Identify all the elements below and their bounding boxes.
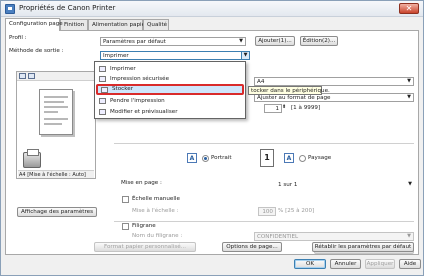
custom-paper-size-button[interactable]: Format papier personnalisé... (94, 242, 196, 252)
page-layout-value: 1 sur 1 (278, 182, 298, 188)
menu-item-label: Pendre l'impression (110, 98, 165, 104)
copies-range: [1 à 9999] (291, 105, 321, 111)
cancel-button[interactable]: Annuler (330, 259, 361, 269)
tooltip: tocker dans le périphérique. (248, 86, 330, 95)
output-method-label: Méthode de sortie : (9, 48, 64, 54)
watermark-name-select[interactable]: CONFIDENTIEL ▼ (254, 232, 414, 241)
profile-value: Paramètres par défaut (103, 39, 166, 45)
output-size-value: Ajuster au format de page (257, 95, 331, 101)
chevron-down-icon: ▼ (407, 78, 411, 84)
profile-label: Profil : (9, 35, 27, 41)
page-options-button[interactable]: Options de page... (222, 242, 282, 252)
copies-input[interactable]: 1 (264, 104, 282, 113)
close-button[interactable]: ✕ (399, 3, 419, 14)
menu-item-label: Impression sécurisée (110, 76, 170, 82)
window-title: Propriétés de Canon Printer (19, 4, 116, 12)
menu-item-print[interactable]: Imprimer (96, 64, 244, 74)
printer-app-icon (5, 4, 15, 14)
menu-item-label: Stocker (112, 86, 134, 92)
apply-button[interactable]: Appliquer (365, 259, 395, 269)
output-method-select[interactable]: Imprimer ▼ (100, 51, 250, 60)
page-layout-icon: 1 (260, 149, 274, 167)
text-line (44, 106, 68, 108)
page-layout-label: Mise en page : (121, 180, 162, 186)
printer-properties-window: Propriétés de Canon Printer ✕ Configurat… (0, 0, 424, 276)
tab-finition[interactable]: Finition (60, 19, 88, 30)
text-line (44, 111, 58, 113)
text-line (44, 96, 68, 98)
printer-view-icon[interactable] (28, 73, 35, 79)
scale-range: % [25 à 200] (278, 208, 315, 214)
printer-icon (23, 149, 41, 168)
print-icon (99, 66, 106, 72)
landscape-radio[interactable] (299, 155, 306, 162)
watermark-label: Filigrane (132, 223, 156, 229)
menu-item-label: Imprimer (110, 66, 136, 72)
show-settings-button[interactable]: Affichage des paramètres (17, 207, 97, 217)
chevron-down-icon: ▼ (407, 94, 411, 100)
watermark-checkbox[interactable] (122, 223, 129, 230)
chevron-down-icon: ▼ (407, 233, 411, 239)
output-method-value: Imprimer (103, 53, 129, 59)
page-size-value: A4 (257, 79, 265, 85)
text-line (44, 101, 64, 103)
watermark-name-label: Nom du filigrane : (132, 233, 183, 239)
chevron-down-icon: ▼ (239, 38, 243, 44)
profile-select[interactable]: Paramètres par défaut ▼ (100, 37, 246, 46)
scale-label: Mise à l'échelle : (132, 208, 179, 214)
divider (114, 143, 414, 144)
tab-configuration-page[interactable]: Configuration page (5, 18, 63, 31)
menu-item-store[interactable]: Stocker (96, 84, 244, 95)
menu-item-label: Modifier et prévisualiser (110, 109, 178, 115)
page-layout-select[interactable]: 1 sur 1 ▼ (276, 181, 414, 190)
store-icon (101, 87, 108, 93)
restore-defaults-button[interactable]: Rétablir les paramètres par défaut (312, 242, 414, 252)
tab-paper-source[interactable]: Alimentation papier (88, 19, 147, 30)
manual-scaling-checkbox[interactable] (122, 196, 129, 203)
menu-item-secure-print[interactable]: Impression sécurisée (96, 74, 244, 84)
lock-icon (99, 76, 106, 82)
copies-stepper-icon[interactable]: ⬍ (282, 104, 286, 110)
menu-item-edit-preview[interactable]: Modifier et prévisualiser (96, 107, 244, 117)
tab-quality[interactable]: Qualité (143, 19, 169, 30)
preview-caption: A4 [Mise à l'échelle : Auto] (18, 170, 94, 178)
edit-profile-button[interactable]: Édition(2)... (300, 36, 338, 46)
ok-button[interactable]: OK (294, 259, 326, 269)
chevron-down-icon: ▼ (241, 52, 249, 59)
edit-preview-icon (99, 109, 106, 115)
landscape-icon: A (284, 153, 294, 163)
scale-input[interactable]: 100 (258, 207, 276, 216)
page-size-select[interactable]: A4 ▼ (254, 77, 414, 86)
text-line (44, 118, 68, 120)
portrait-label: Portrait (211, 155, 232, 161)
watermark-name-value: CONFIDENTIEL (257, 234, 299, 240)
portrait-icon: A (187, 153, 197, 163)
preview-page (39, 89, 73, 135)
hold-icon (99, 98, 106, 104)
page-preview: A4 [Mise à l'échelle : Auto] (16, 71, 96, 179)
manual-scaling-label: Échelle manuelle (132, 196, 180, 202)
preview-toolbar (17, 72, 95, 81)
portrait-radio[interactable] (202, 155, 209, 162)
page-view-icon[interactable] (19, 73, 26, 79)
add-profile-button[interactable]: Ajouter(1)... (255, 36, 295, 46)
text-line (44, 123, 62, 125)
menu-item-hold[interactable]: Pendre l'impression (96, 96, 244, 106)
chevron-down-icon: ▼ (408, 181, 412, 187)
output-method-menu: Imprimer Impression sécurisée Stocker Pe… (94, 61, 246, 119)
title-bar: Propriétés de Canon Printer ✕ (1, 1, 423, 17)
divider (114, 221, 414, 222)
help-button[interactable]: Aide (399, 259, 421, 269)
landscape-label: Paysage (308, 155, 332, 161)
